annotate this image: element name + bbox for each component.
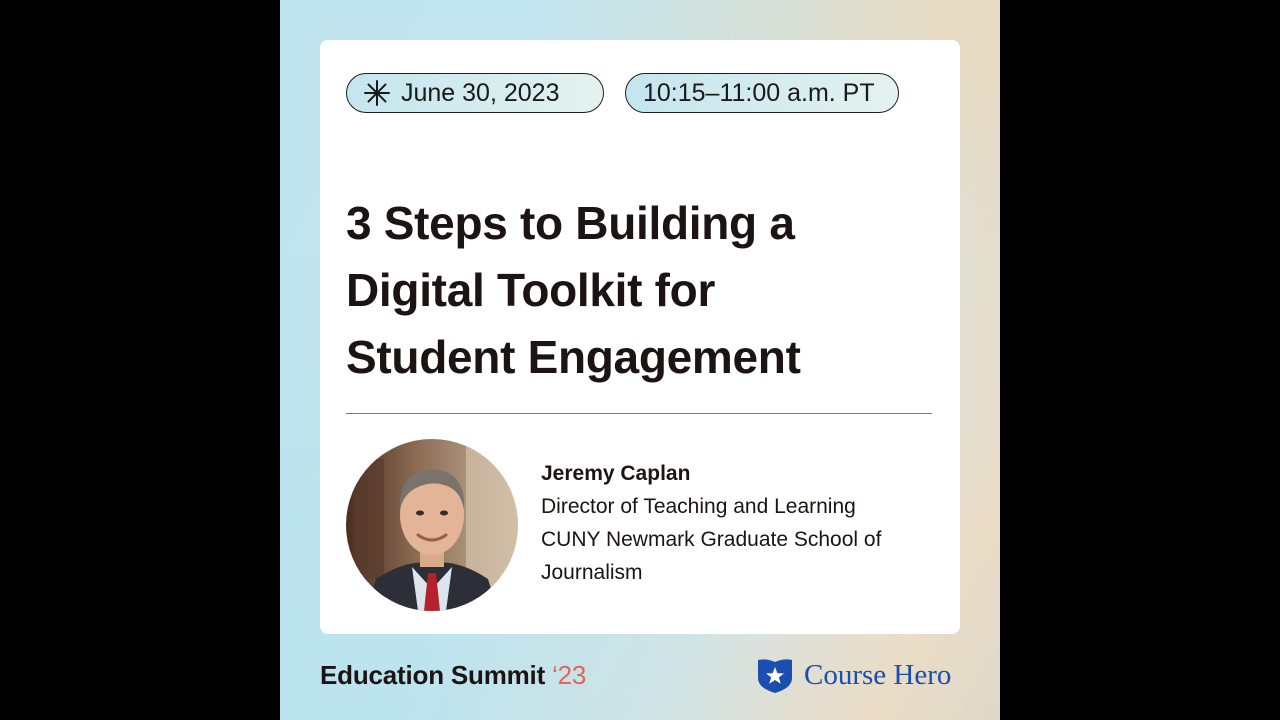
event-date: June 30, 2023: [401, 78, 560, 107]
avatar: [346, 439, 518, 611]
summit-label: Education Summit: [320, 660, 546, 690]
speaker-name: Jeremy Caplan: [541, 462, 691, 485]
speaker-organization: CUNY Newmark Graduate School of: [541, 528, 882, 551]
session-poster: June 30, 2023 10:15–11:00 a.m. PT 3 Step…: [280, 0, 1000, 720]
date-badge: June 30, 2023: [346, 73, 604, 113]
session-title: 3 Steps to Building a Digital Toolkit fo…: [346, 190, 936, 391]
session-title-line: Student Engagement: [346, 331, 801, 383]
speaker-info: Jeremy Caplan Director of Teaching and L…: [541, 457, 951, 589]
session-title-line: Digital Toolkit for: [346, 264, 716, 316]
summit-name: Education Summit ‘23: [320, 660, 586, 691]
session-card: June 30, 2023 10:15–11:00 a.m. PT 3 Step…: [320, 40, 960, 634]
event-time: 10:15–11:00 a.m. PT: [643, 78, 875, 107]
brand-logo: Course Hero: [756, 656, 951, 694]
time-badge: 10:15–11:00 a.m. PT: [625, 73, 899, 113]
speaker-photo: [346, 439, 518, 611]
summit-year: ‘23: [552, 660, 587, 690]
speaker-role: Director of Teaching and Learning: [541, 495, 856, 518]
shield-star-icon: [758, 659, 792, 693]
video-frame: June 30, 2023 10:15–11:00 a.m. PT 3 Step…: [0, 0, 1280, 720]
brand-name: Course Hero: [804, 658, 952, 691]
session-title-line: 3 Steps to Building a: [346, 197, 795, 249]
asterisk-icon: [364, 80, 390, 106]
divider: [346, 413, 932, 414]
speaker-organization-cont: Journalism: [541, 561, 643, 584]
